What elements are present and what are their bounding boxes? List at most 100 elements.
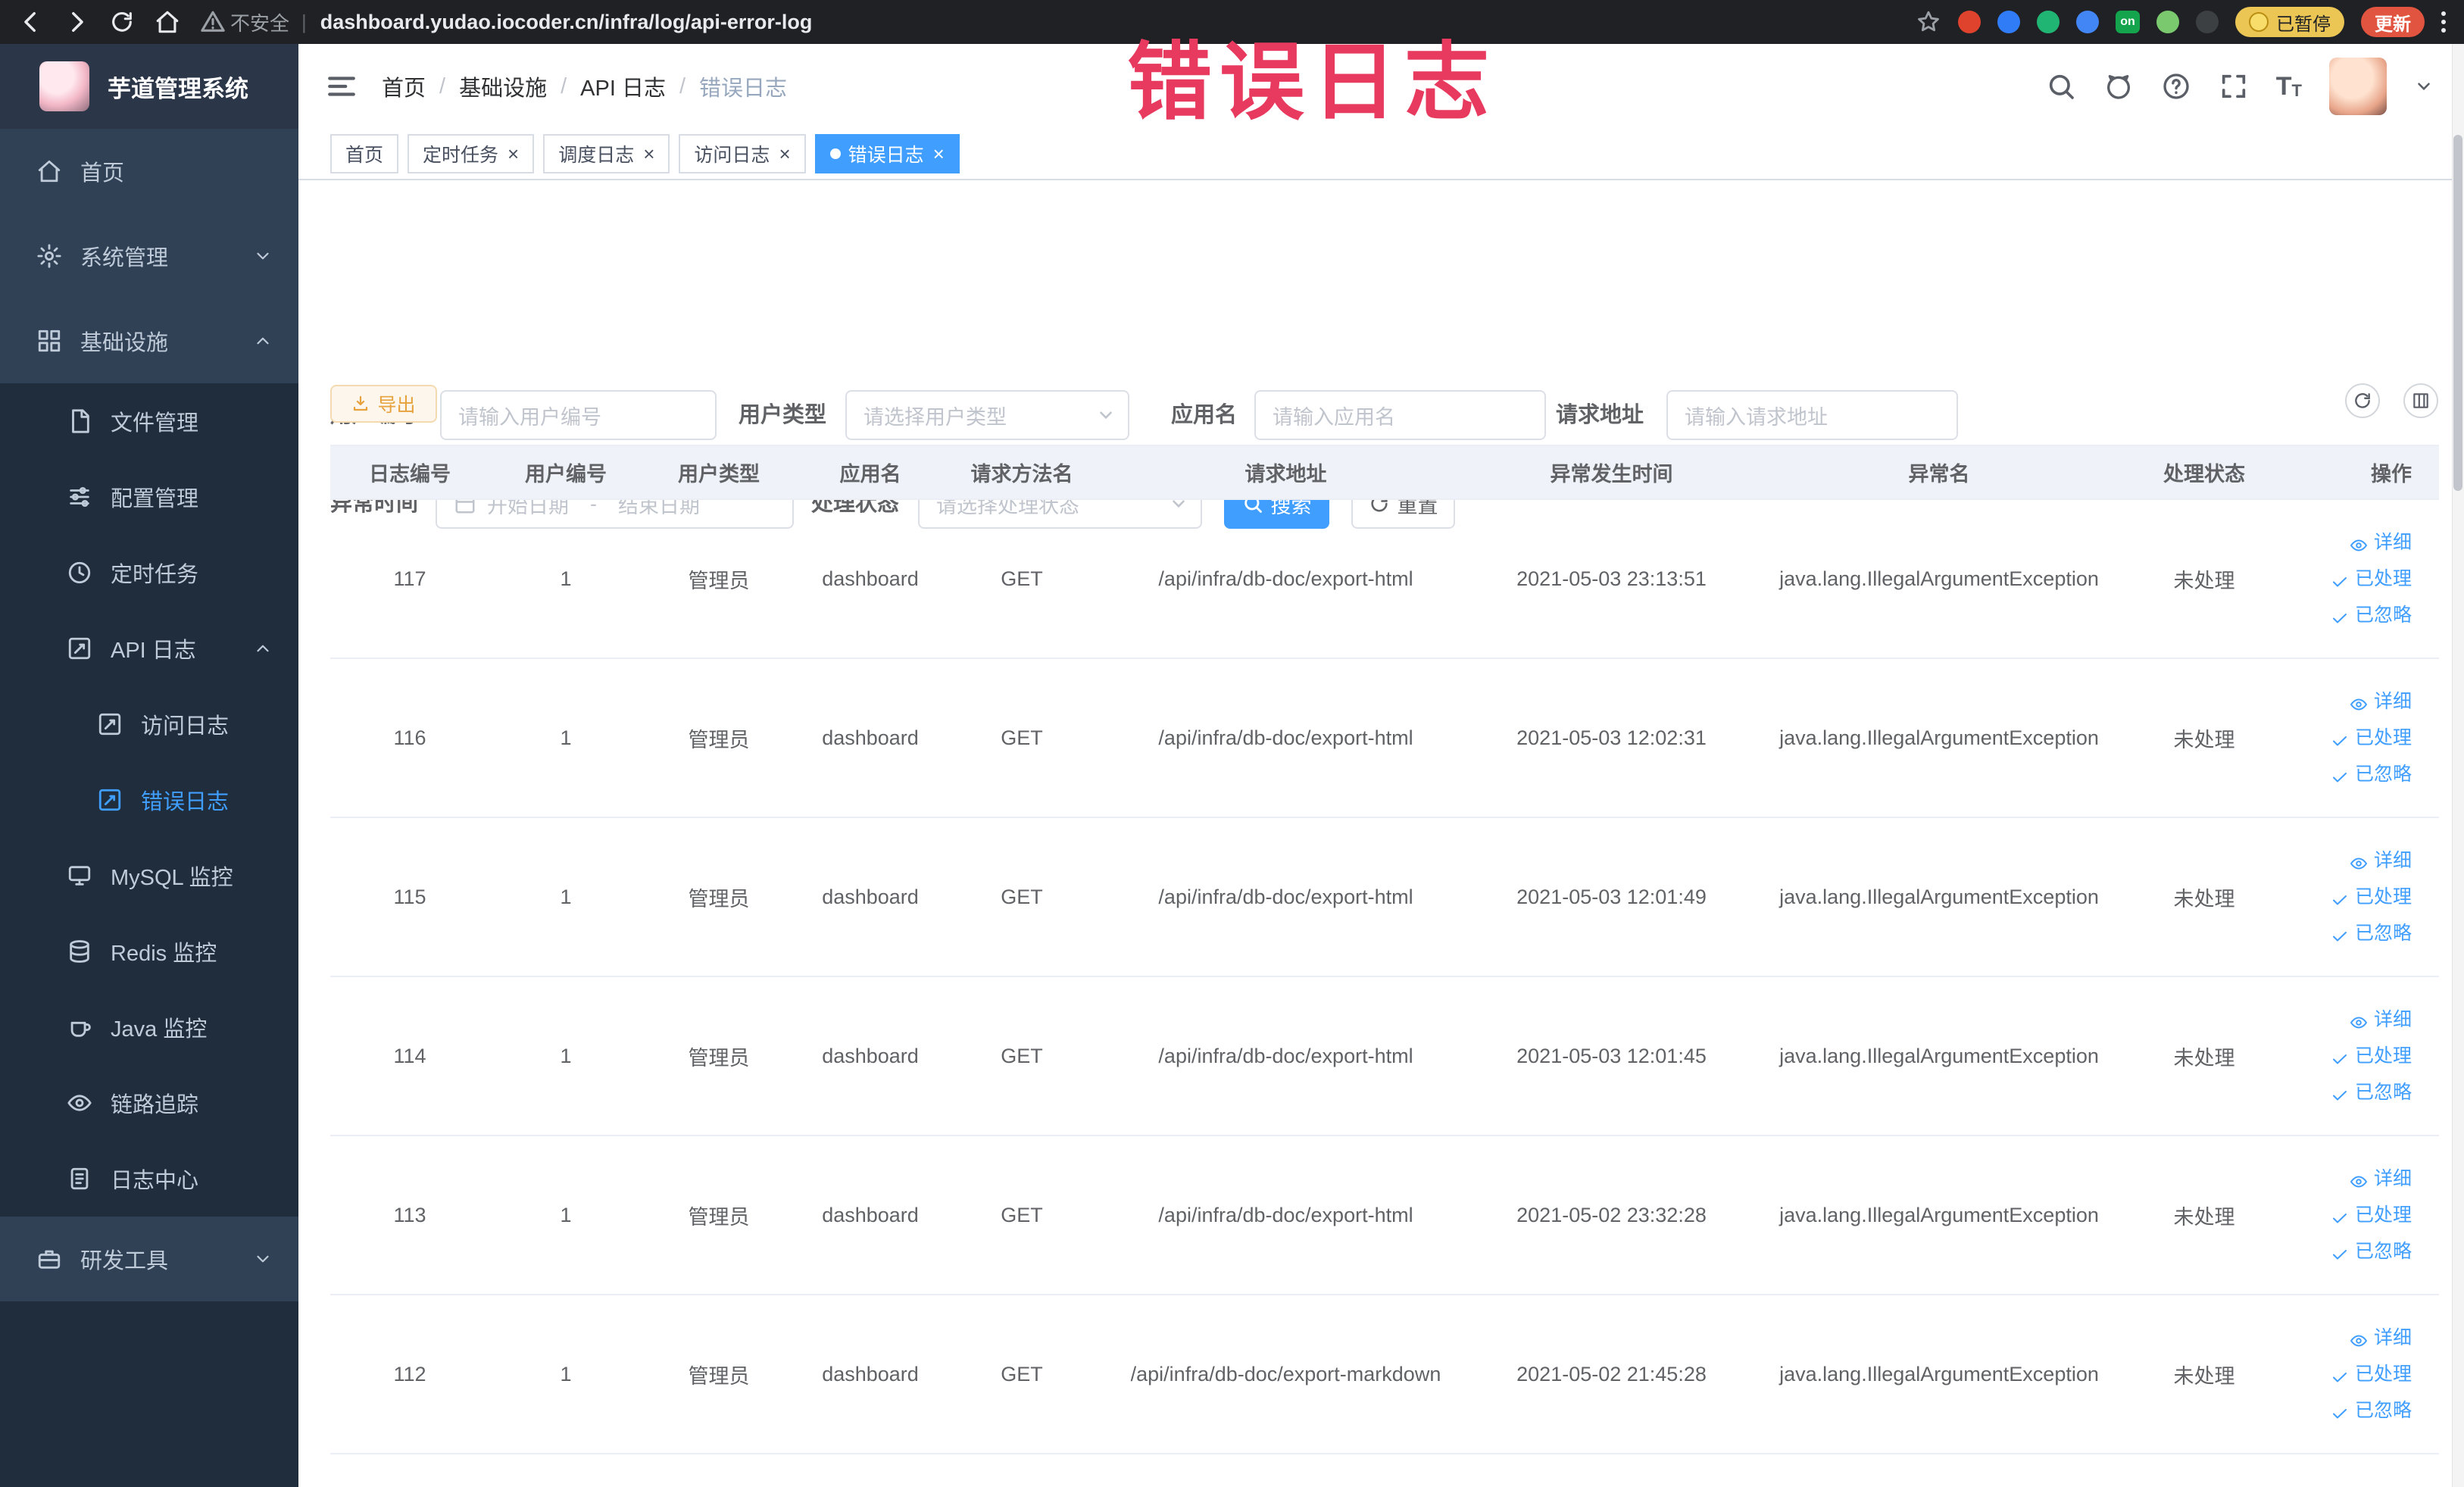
breadcrumb-item[interactable]: API 日志	[580, 70, 666, 102]
font-size-icon[interactable]: TT	[2276, 73, 2302, 99]
sidebar-item-0[interactable]: 首页	[0, 129, 298, 214]
github-icon[interactable]	[2103, 71, 2134, 102]
paused-badge[interactable]: 已暂停	[2235, 7, 2344, 37]
extension-icon[interactable]	[2076, 11, 2099, 33]
action-processed[interactable]: 已处理	[2331, 1359, 2412, 1389]
search-icon[interactable]	[2046, 71, 2076, 102]
url-bar[interactable]: dashboard.yudao.iocoder.cn/infra/log/api…	[320, 11, 813, 34]
app-name-input[interactable]: 请输入应用名	[1254, 390, 1546, 440]
action-detail[interactable]: 详细	[2350, 1323, 2412, 1353]
action-processed[interactable]: 已处理	[2331, 882, 2412, 912]
cell-app_name: dashboard	[822, 726, 919, 749]
chevron-down-icon	[253, 246, 273, 266]
extension-icon[interactable]	[2037, 11, 2060, 33]
forward-icon[interactable]	[64, 9, 89, 35]
help-icon[interactable]	[2161, 71, 2191, 102]
export-button[interactable]: 导出	[330, 385, 437, 423]
logo-row[interactable]: 芋道管理系统	[0, 44, 298, 129]
action-processed[interactable]: 已处理	[2331, 564, 2412, 594]
extension-icon[interactable]	[1997, 11, 2020, 33]
scrollbar[interactable]	[2452, 44, 2464, 1487]
action-detail[interactable]: 详细	[2350, 845, 2412, 876]
breadcrumb-item[interactable]: 基础设施	[459, 70, 547, 102]
breadcrumb-item[interactable]: 首页	[382, 70, 426, 102]
sidebar-item-14[interactable]: 研发工具	[0, 1217, 298, 1301]
user-id-input[interactable]: 请输入用户编号	[440, 390, 717, 440]
check-icon	[2331, 606, 2349, 624]
hamburger-icon[interactable]	[326, 70, 358, 102]
sidebar-item-9[interactable]: MySQL 监控	[0, 838, 298, 914]
extension-icon[interactable]	[1958, 11, 1981, 33]
header-actions: TT	[2046, 58, 2434, 115]
action-ignored[interactable]: 已忽略	[2331, 759, 2412, 789]
home-browser-icon[interactable]	[155, 9, 180, 35]
user-type-select[interactable]: 请选择用户类型	[845, 390, 1129, 440]
back-icon[interactable]	[18, 9, 44, 35]
extension-icon[interactable]	[2196, 11, 2219, 33]
tab-4[interactable]: 错误日志 ×	[814, 134, 960, 173]
cell-url: /api/infra/db-doc/export-html	[1158, 726, 1413, 749]
check-icon	[2331, 1401, 2349, 1420]
tab-3[interactable]: 访问日志 ×	[679, 134, 806, 173]
tab-0[interactable]: 首页	[330, 134, 399, 173]
sidebar-item-6[interactable]: API 日志	[0, 611, 298, 686]
update-button[interactable]: 更新	[2361, 7, 2425, 37]
close-icon[interactable]: ×	[933, 144, 945, 164]
url-separator: |	[301, 10, 307, 33]
cell-status: 未处理	[2173, 1364, 2235, 1388]
sidebar-item-11[interactable]: Java 监控	[0, 989, 298, 1065]
cell-method: GET	[1001, 1203, 1043, 1226]
clock-icon	[67, 560, 92, 586]
tab-label: 首页	[345, 145, 384, 166]
sidebar-item-2[interactable]: 基础设施	[0, 298, 298, 383]
extension-icon[interactable]	[2156, 11, 2179, 33]
tab-2[interactable]: 调度日志 ×	[543, 134, 670, 173]
eye-icon	[2350, 851, 2368, 870]
action-ignored[interactable]: 已忽略	[2331, 1395, 2412, 1426]
close-icon[interactable]: ×	[507, 144, 519, 164]
sidebar-item-4[interactable]: 配置管理	[0, 459, 298, 535]
scrollbar-thumb[interactable]	[2453, 135, 2462, 491]
browser-menu-icon[interactable]	[2441, 11, 2446, 33]
grid-icon	[36, 328, 62, 354]
close-icon[interactable]: ×	[643, 144, 654, 164]
tab-1[interactable]: 定时任务 ×	[408, 134, 535, 173]
cell-user_type: 管理员	[688, 1046, 750, 1070]
sidebar-item-13[interactable]: 日志中心	[0, 1141, 298, 1217]
bookmark-star-icon[interactable]	[1916, 9, 1941, 35]
sidebar-item-10[interactable]: Redis 监控	[0, 914, 298, 989]
action-detail[interactable]: 详细	[2350, 686, 2412, 717]
sidebar-item-8[interactable]: 错误日志	[0, 762, 298, 838]
home-icon	[36, 158, 62, 184]
action-ignored[interactable]: 已忽略	[2331, 1236, 2412, 1267]
refresh-table-button[interactable]	[2345, 383, 2380, 418]
sidebar-item-7[interactable]: 访问日志	[0, 686, 298, 762]
chevron-down-icon[interactable]	[2414, 77, 2434, 96]
action-detail[interactable]: 详细	[2350, 527, 2412, 558]
action-processed[interactable]: 已处理	[2331, 1200, 2412, 1230]
extension-on-badge[interactable]: on	[2116, 11, 2140, 33]
action-ignored[interactable]: 已忽略	[2331, 918, 2412, 948]
security-warning-icon[interactable]	[200, 9, 226, 35]
request-url-input[interactable]: 请输入请求地址	[1666, 390, 1958, 440]
sidebar-item-5[interactable]: 定时任务	[0, 535, 298, 611]
action-ignored[interactable]: 已忽略	[2331, 1077, 2412, 1107]
browser-extensions-area: on 已暂停 更新	[1916, 7, 2446, 37]
column-header-exception: 异常名	[1908, 463, 1970, 486]
action-processed[interactable]: 已处理	[2331, 1041, 2412, 1071]
sidebar-item-1[interactable]: 系统管理	[0, 214, 298, 298]
action-detail[interactable]: 详细	[2350, 1004, 2412, 1035]
monitor-icon	[67, 863, 92, 889]
action-processed[interactable]: 已处理	[2331, 723, 2412, 753]
close-icon[interactable]: ×	[779, 144, 790, 164]
column-settings-button[interactable]	[2403, 383, 2438, 418]
action-ignored[interactable]: 已忽略	[2331, 600, 2412, 630]
sidebar-item-12[interactable]: 链路追踪	[0, 1065, 298, 1141]
avatar[interactable]	[2329, 58, 2387, 115]
action-detail[interactable]: 详细	[2350, 1164, 2412, 1194]
cell-log_id: 117	[393, 567, 426, 590]
cell-user_id: 1	[560, 726, 572, 749]
fullscreen-icon[interactable]	[2219, 71, 2249, 102]
sidebar-item-3[interactable]: 文件管理	[0, 383, 298, 459]
reload-icon[interactable]	[109, 9, 135, 35]
